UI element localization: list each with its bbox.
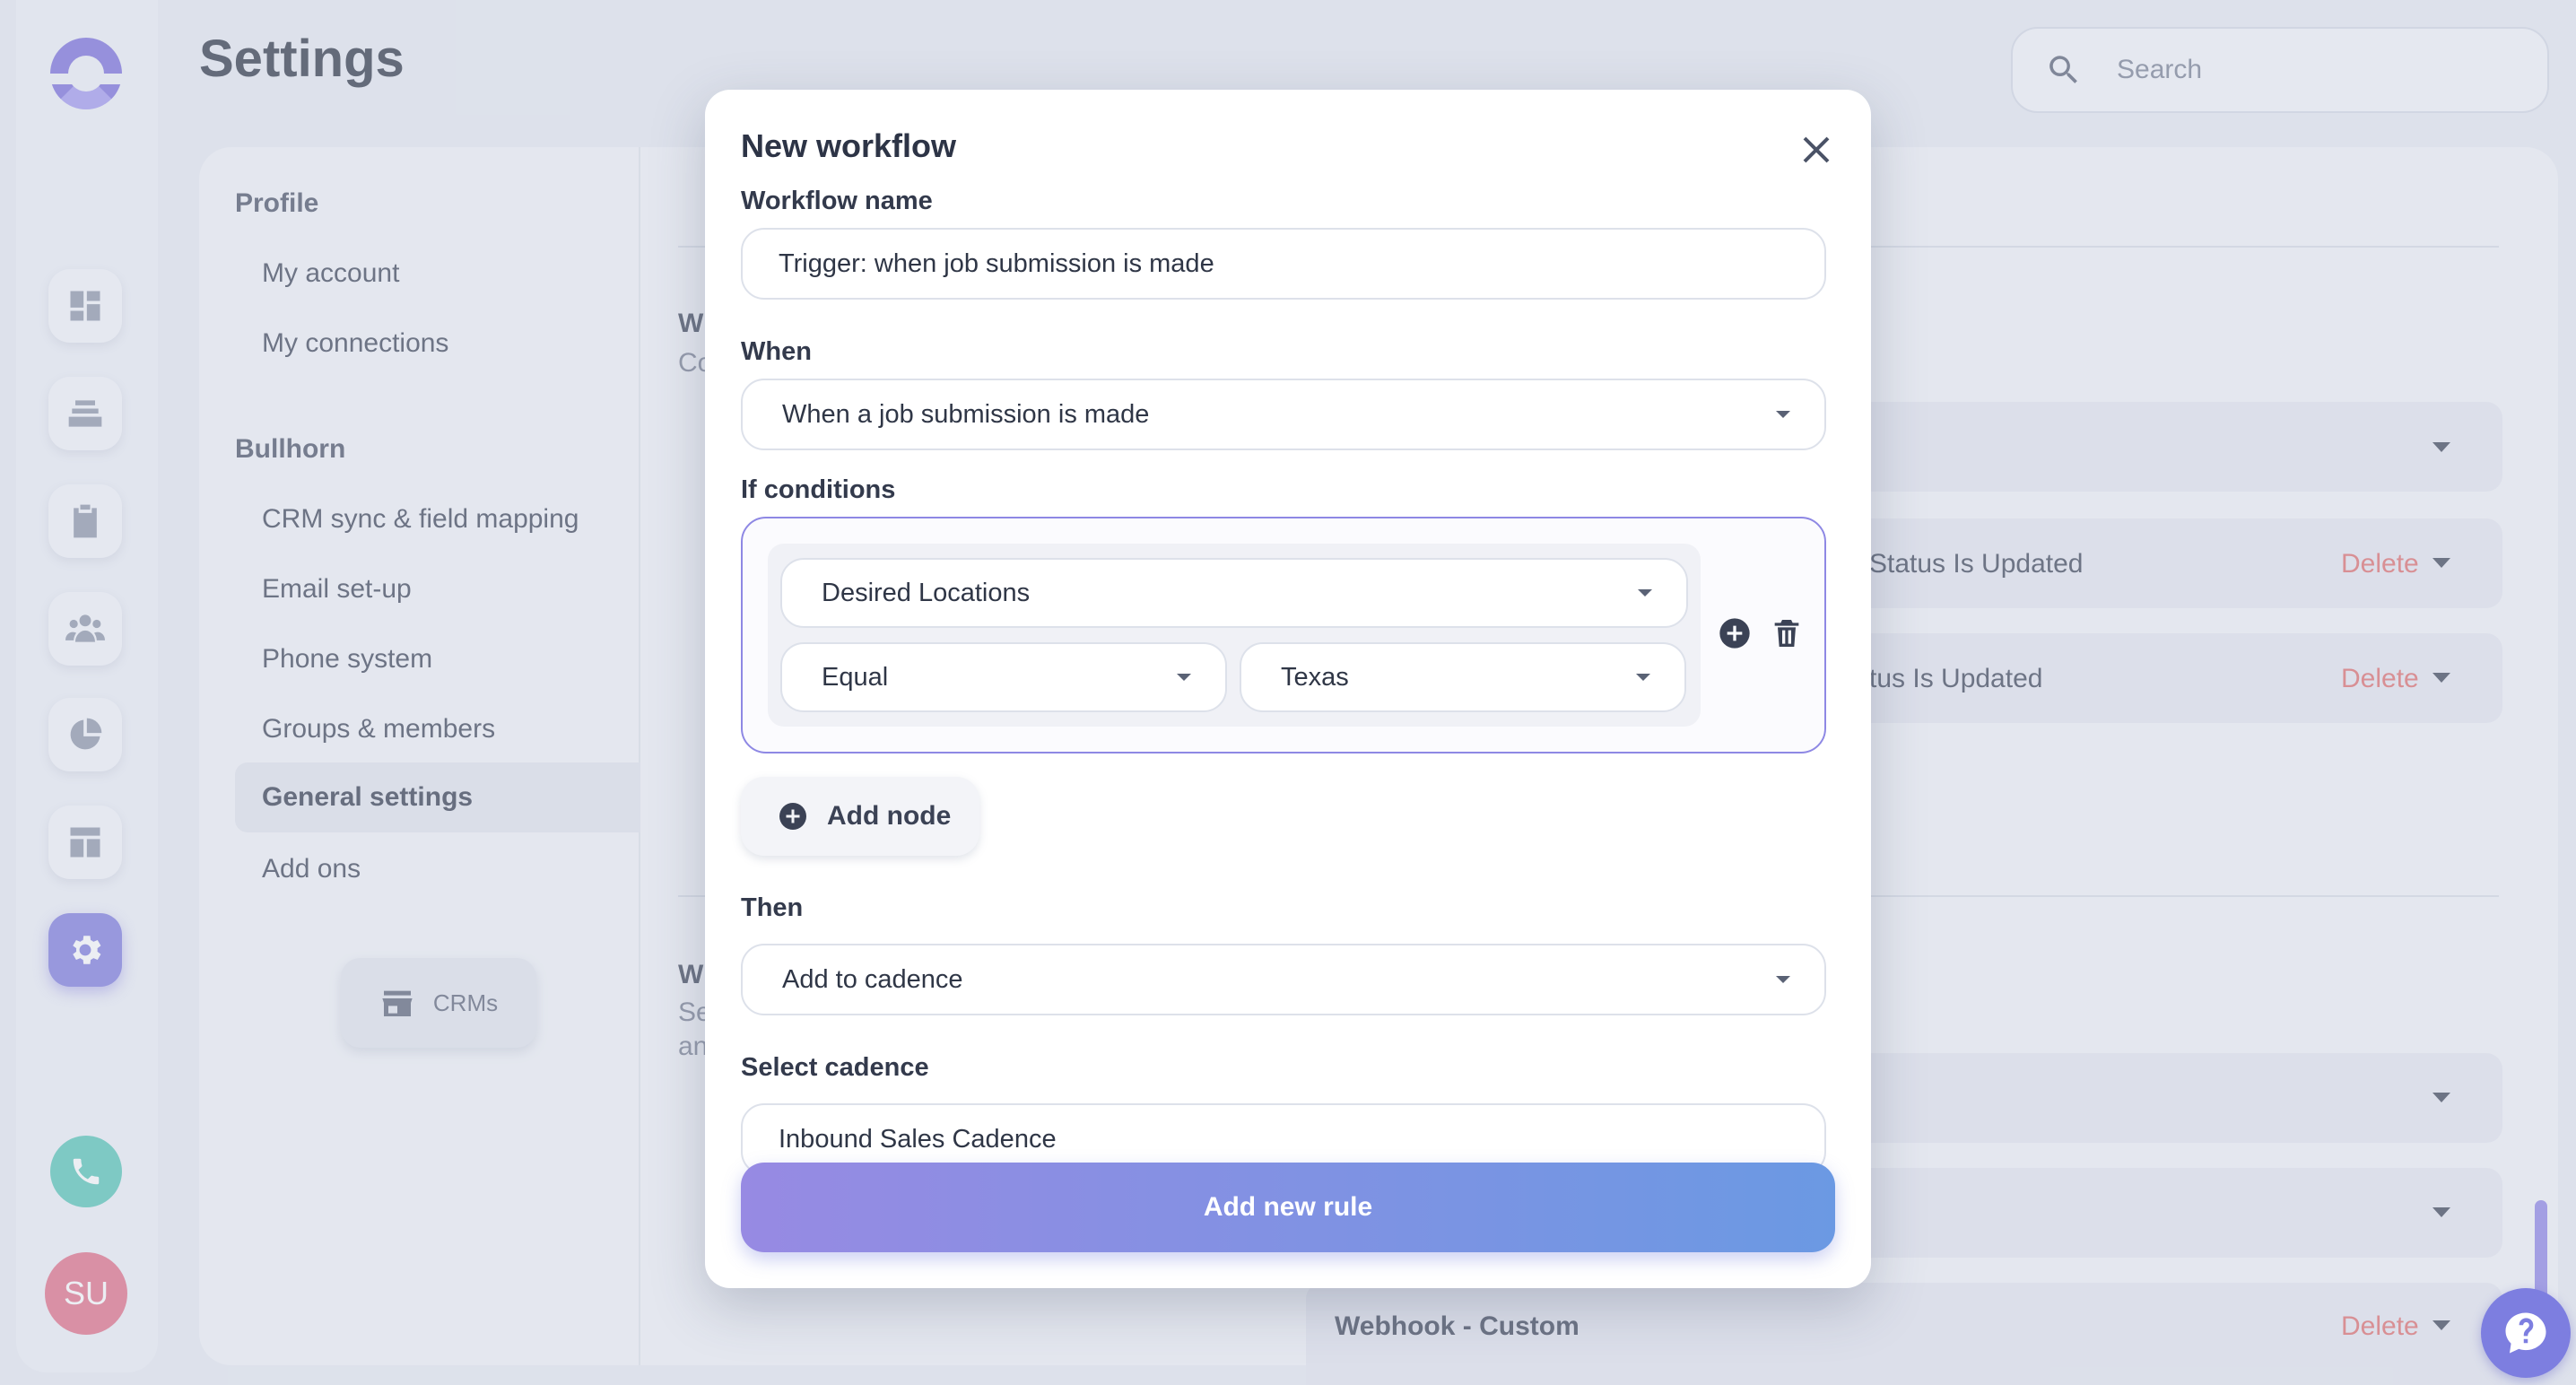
when-select[interactable]: When a job submission is made — [741, 379, 1826, 450]
condition-operator-select[interactable]: Equal — [780, 642, 1227, 712]
conditions-group: Desired Locations Equal Texas — [741, 517, 1826, 753]
chevron-down-icon — [1177, 674, 1191, 681]
condition-row: Desired Locations Equal Texas — [768, 544, 1701, 727]
workflow-name-input[interactable] — [741, 228, 1826, 300]
chevron-down-icon — [1776, 976, 1790, 983]
chevron-down-icon — [1776, 411, 1790, 418]
add-new-rule-button[interactable]: Add new rule — [741, 1163, 1835, 1252]
condition-value-select[interactable]: Texas — [1240, 642, 1686, 712]
then-select-value: Add to cadence — [782, 964, 963, 994]
chevron-down-icon — [1636, 674, 1650, 681]
then-label: Then — [741, 893, 804, 922]
cadence-select-value: Inbound Sales Cadence — [779, 1125, 1057, 1154]
condition-operator-value: Equal — [822, 662, 889, 692]
condition-value-value: Texas — [1281, 662, 1349, 692]
then-select[interactable]: Add to cadence — [741, 944, 1826, 1015]
add-node-button[interactable]: Add node — [741, 777, 979, 856]
add-circle-icon[interactable] — [1717, 615, 1753, 651]
select-cadence-label: Select cadence — [741, 1053, 929, 1082]
if-conditions-label: If conditions — [741, 475, 896, 504]
help-chat-icon[interactable] — [2481, 1288, 2571, 1378]
add-circle-icon — [779, 803, 806, 830]
close-icon[interactable] — [1794, 127, 1839, 172]
trash-icon[interactable] — [1769, 615, 1805, 651]
chevron-down-icon — [1638, 589, 1652, 597]
when-select-value: When a job submission is made — [782, 399, 1150, 429]
when-label: When — [741, 337, 812, 366]
workflow-name-label: Workflow name — [741, 187, 933, 215]
modal-title: New workflow — [741, 127, 957, 164]
condition-field-select[interactable]: Desired Locations — [780, 558, 1688, 628]
add-node-label: Add node — [827, 801, 952, 831]
condition-field-value: Desired Locations — [822, 578, 1031, 607]
app-root: SU Settings Profile My account My connec… — [0, 0, 2576, 1385]
new-workflow-modal: New workflow Workflow name When When a j… — [705, 90, 1871, 1288]
